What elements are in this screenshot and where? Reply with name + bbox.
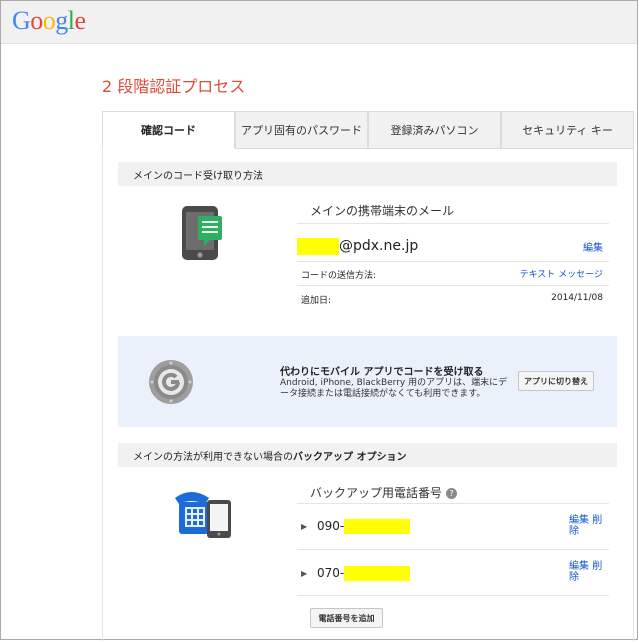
primary-section-header: メインのコード受け取り方法 [118, 162, 617, 186]
switch-to-app-button[interactable]: アプリに切り替え [518, 371, 594, 391]
google-logo[interactable]: Google [12, 6, 86, 36]
tab-bar: 確認コード アプリ固有のパスワード 登録済みパソコン セキュリティ キー [102, 111, 634, 149]
tab-label: 確認コード [141, 124, 196, 137]
edit-email-link[interactable]: 編集 [583, 239, 603, 254]
backup-phone-heading: バックアップ用電話番号? [310, 484, 458, 501]
button-label: アプリに切り替え [524, 376, 588, 386]
expand-caret-icon[interactable]: ▶ [301, 522, 317, 531]
section-title-prefix: メインの方法が利用できない場合の [133, 451, 293, 463]
tab-label: アプリ固有のパスワード [241, 124, 362, 137]
top-bar: Google [1, 1, 637, 44]
backup-phone-row[interactable]: ▶ 070- [301, 563, 609, 583]
divider [297, 223, 609, 224]
backup-phone-row[interactable]: ▶ 090- [301, 516, 609, 536]
logo-letter: l [67, 6, 75, 35]
expand-caret-icon[interactable]: ▶ [301, 569, 317, 578]
promo-description: Android, iPhone, BlackBerry 用のアプリは、端末にデー… [280, 378, 508, 399]
tab-app-passwords[interactable]: アプリ固有のパスワード [235, 111, 368, 149]
edit-phone-link[interactable]: 編集 [569, 515, 589, 526]
tab-verification-code[interactable]: 確認コード [102, 111, 235, 149]
redacted-phone-number [344, 565, 411, 581]
add-phone-button[interactable]: 電話番号を追加 [310, 608, 383, 628]
email-domain: @pdx.ne.jp [339, 238, 419, 254]
redacted-email-user [297, 237, 339, 255]
button-label: 電話番号を追加 [318, 613, 375, 623]
logo-letter: G [12, 6, 31, 35]
added-date-value: 2014/11/08 [551, 293, 603, 303]
mobile-phone-icon [182, 206, 222, 260]
logo-letter: e [74, 6, 87, 35]
logo-letter: g [55, 6, 68, 35]
backup-heading-text: バックアップ用電話番号 [310, 486, 443, 500]
edit-phone-link[interactable]: 編集 [569, 561, 589, 572]
divider [297, 261, 609, 262]
phone-actions: 編集 削除 [569, 515, 609, 537]
phone-prefix: 070- [317, 566, 345, 580]
phone-prefix: 090- [317, 519, 345, 533]
phone-actions: 編集 削除 [569, 561, 609, 583]
authenticator-icon [149, 360, 193, 404]
primary-email-row: @pdx.ne.jp [297, 236, 609, 256]
backup-section-header: メインの方法が利用できない場合の バックアップ オプション [118, 443, 617, 467]
tab-security-keys[interactable]: セキュリティ キー [501, 111, 634, 149]
divider [297, 549, 609, 550]
section-title-bold: バックアップ オプション [293, 451, 407, 463]
section-title: メインのコード受け取り方法 [133, 170, 263, 182]
help-icon[interactable]: ? [446, 488, 458, 499]
send-method-label: コードの送信方法: [301, 271, 377, 281]
logo-letter: o [30, 6, 43, 35]
page-title: 2 段階認証プロセス [102, 77, 246, 96]
divider [297, 595, 609, 596]
tab-label: 登録済みパソコン [390, 124, 479, 137]
divider [297, 285, 609, 286]
promo-title: 代わりにモバイル アプリでコードを受け取る [280, 367, 484, 378]
tab-registered-computers[interactable]: 登録済みパソコン [368, 111, 501, 149]
logo-letter: o [42, 6, 56, 35]
tab-label: セキュリティ キー [522, 124, 613, 137]
added-date-label: 追加日: [301, 296, 332, 306]
redacted-phone-number [344, 518, 411, 534]
divider [297, 503, 609, 504]
primary-method-heading: メインの携帯端末のメール [310, 204, 455, 218]
send-method-link[interactable]: テキスト メッセージ [501, 267, 603, 280]
telephone-icon [175, 492, 231, 538]
